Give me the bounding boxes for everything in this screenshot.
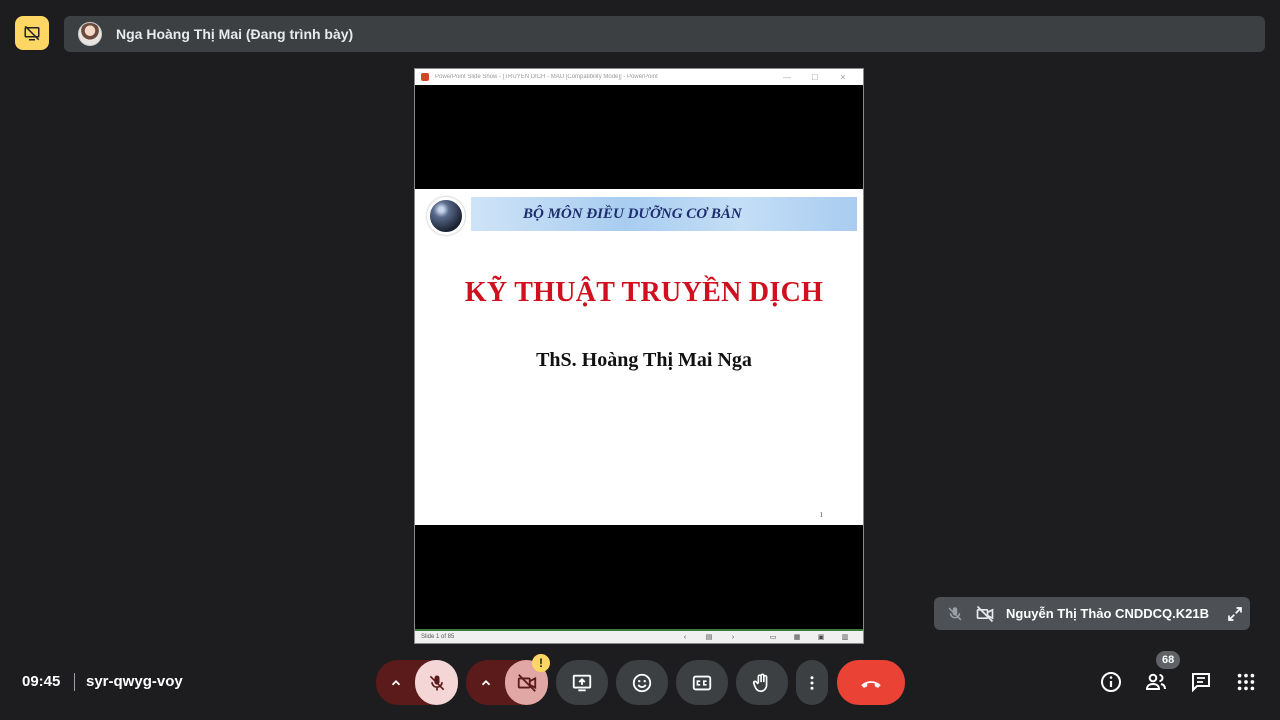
captions-icon [692, 675, 712, 690]
reactions-button[interactable] [616, 660, 668, 705]
presentation-indicator-button[interactable] [15, 16, 49, 50]
raise-hand-button[interactable] [736, 660, 788, 705]
microphone-toggle-button[interactable] [415, 660, 458, 705]
hand-icon [752, 673, 768, 692]
warning-badge: ! [532, 654, 550, 672]
mic-off-icon [944, 603, 966, 625]
slide-author: ThS. Hoàng Thị Mai Nga [536, 349, 752, 371]
presenter-name: Nga Hoàng Thị Mai (Đang trình bày) [116, 26, 354, 42]
shared-powerpoint-window: PowerPoint Slide Show - [TRUYEN DICH - M… [414, 68, 864, 644]
meeting-time: 09:45 [22, 673, 61, 690]
slideshow-view-icon: ▥ [841, 634, 849, 641]
call-end-icon [861, 680, 881, 688]
divider [74, 673, 75, 691]
more-vert-icon [810, 675, 814, 690]
more-options-button[interactable] [796, 660, 828, 705]
camera-toggle-button[interactable]: ! [505, 654, 550, 705]
slide: BỘ MÔN ĐIỀU DƯỠNG CƠ BẢN KỸ THUẬT TRUYỀN… [415, 189, 863, 525]
minimize-icon: — [783, 72, 791, 82]
expand-icon[interactable] [1220, 605, 1250, 623]
chevron-up-icon [391, 679, 400, 685]
globe-logo [427, 197, 465, 235]
reading-view-icon: ▣ [817, 634, 825, 641]
slide-counter: Slide 1 of 85 [421, 634, 455, 640]
participant-count-badge: 68 [1156, 651, 1181, 669]
activities-button[interactable] [1233, 669, 1259, 695]
slide-number: 1 [819, 511, 824, 519]
chat-icon [1192, 673, 1210, 693]
captions-button[interactable] [676, 660, 728, 705]
ppt-window-title: PowerPoint Slide Show - [TRUYEN DICH - M… [435, 74, 658, 80]
slide-menu-icon: ▤ [705, 634, 713, 641]
present-screen-icon [572, 674, 592, 691]
no-screen-share-icon [24, 25, 40, 41]
previous-slide-icon: ‹ [683, 633, 687, 641]
self-participant-name: Nguyễn Thị Thảo CNDDCQ.K21B [1006, 606, 1209, 621]
slide-header-band: BỘ MÔN ĐIỀU DƯỠNG CƠ BẢN [471, 197, 857, 231]
slide-title: KỸ THUẬT TRUYỀN DỊCH [464, 277, 824, 308]
mic-off-icon [429, 675, 444, 690]
people-icon [1145, 673, 1166, 690]
audio-settings-button[interactable] [376, 660, 415, 705]
normal-view-icon: ▭ [769, 634, 777, 641]
people-button[interactable] [1143, 669, 1169, 695]
ppt-titlebar: PowerPoint Slide Show - [TRUYEN DICH - M… [415, 69, 863, 85]
presenter-avatar [78, 22, 102, 46]
present-screen-button[interactable] [556, 660, 608, 705]
chevron-up-icon [481, 679, 490, 685]
slide-sorter-icon: ▦ [793, 634, 801, 641]
leave-call-button[interactable] [837, 660, 905, 705]
video-settings-button[interactable] [466, 660, 505, 705]
info-icon [1101, 672, 1121, 692]
self-participant-tile[interactable]: Nguyễn Thị Thảo CNDDCQ.K21B [934, 597, 1250, 630]
powerpoint-logo-icon [421, 73, 429, 81]
camera-off-icon [974, 603, 996, 625]
chat-button[interactable] [1188, 669, 1214, 695]
maximize-icon: ☐ [811, 72, 819, 82]
meeting-details-button[interactable] [1098, 669, 1124, 695]
slide-header-text: BỘ MÔN ĐIỀU DƯỠNG CƠ BẢN [523, 205, 742, 222]
apps-grid-icon [1237, 673, 1255, 691]
mic-control-group [376, 660, 458, 705]
meeting-code: syr-qwyg-voy [86, 673, 183, 690]
camera-off-icon [517, 673, 536, 692]
ppt-statusbar: Slide 1 of 85 ‹ ▤ › ▭ ▦ ▣ ▥ [415, 629, 863, 643]
next-slide-icon: › [731, 633, 735, 641]
camera-control-group: ! [466, 654, 550, 705]
close-icon: ✕ [839, 72, 847, 82]
emoji-icon [632, 673, 652, 692]
slide-header: BỘ MÔN ĐIỀU DƯỠNG CƠ BẢN [427, 197, 857, 235]
presenter-bar: Nga Hoàng Thị Mai (Đang trình bày) [64, 16, 1265, 52]
